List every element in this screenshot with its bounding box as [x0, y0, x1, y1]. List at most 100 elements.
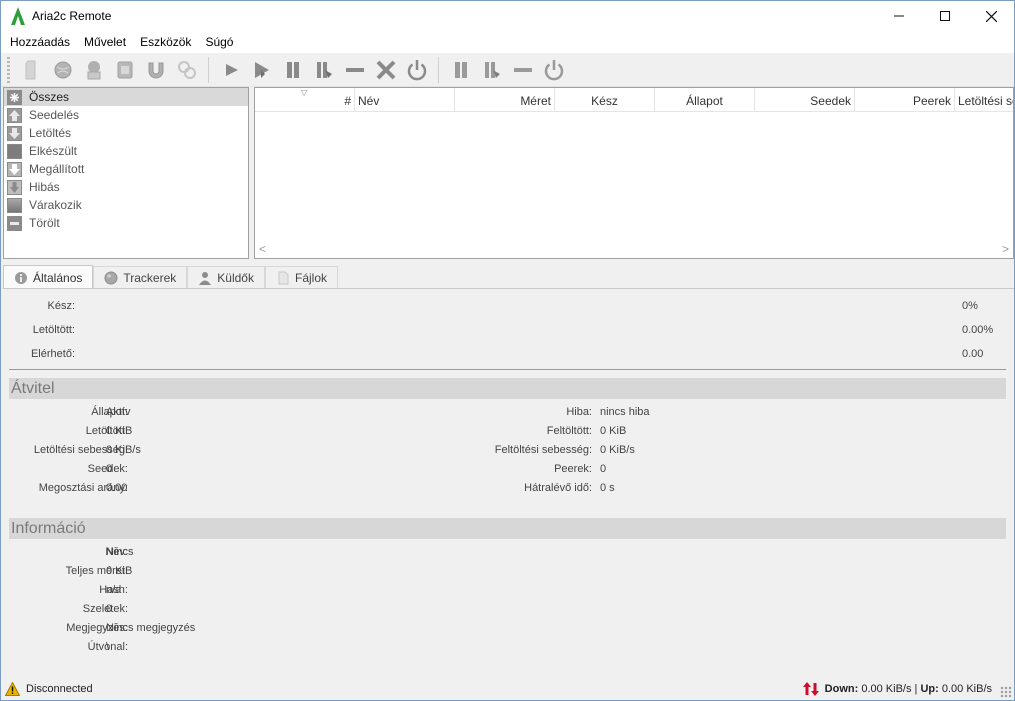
column-header-size[interactable]: Méret [455, 88, 555, 112]
play-all-icon [254, 61, 269, 78]
info-path-value: \ [106, 641, 110, 653]
filter-all[interactable]: Összes [4, 88, 248, 106]
maximize-button[interactable] [922, 1, 968, 31]
connection-status: Disconnected [26, 683, 93, 695]
column-header-name[interactable]: Név [355, 88, 455, 112]
warning-icon [5, 682, 20, 696]
available-value: 0.00 [962, 348, 984, 360]
completed-icon [7, 143, 22, 159]
pause-all-button[interactable] [445, 55, 476, 85]
close-button[interactable] [968, 1, 1014, 31]
filter-completed[interactable]: Elkészült [4, 142, 248, 160]
file-icon [278, 271, 289, 285]
uploaded-label: Feltöltött: [546, 425, 592, 437]
chain-link-icon [177, 60, 196, 79]
up-speed-label: Up: [920, 683, 939, 695]
tab-files[interactable]: Fájlok [264, 266, 338, 289]
sort-indicator-icon: ▽ [301, 88, 308, 97]
filter-waiting[interactable]: Várakozik [4, 196, 248, 214]
waiting-icon [7, 197, 22, 213]
minimize-button[interactable] [876, 1, 922, 31]
window-title: Aria2c Remote [32, 9, 112, 23]
download-table: ▽ # Név Méret Kész Állapot Seedek Peerek… [254, 87, 1014, 259]
close-icon [985, 10, 997, 22]
column-header-download-speed[interactable]: Letöltési se [955, 88, 1013, 112]
peers-label: Peerek: [554, 463, 592, 475]
error-icon [7, 179, 22, 195]
metalink-icon [117, 61, 132, 78]
upload-speed-label: Feltöltési sebesség: [494, 444, 592, 456]
add-metalink-button[interactable] [109, 55, 140, 85]
shutdown-server-button[interactable] [538, 55, 569, 85]
globe-icon [104, 271, 118, 285]
share-ratio-value: 0.00 [106, 482, 128, 494]
filter-downloading[interactable]: Letöltés [4, 124, 248, 142]
magnet-icon [148, 62, 163, 78]
shutdown-button[interactable] [401, 55, 432, 85]
add-file-button[interactable] [16, 55, 47, 85]
start-button[interactable] [215, 55, 246, 85]
tab-peers[interactable]: Küldők [187, 266, 265, 289]
down-speed-label: Down: [824, 683, 859, 695]
menu-bar: Hozzáadás Művelet Eszközök Súgó [1, 31, 1014, 53]
column-header-seeds[interactable]: Seedek [755, 88, 855, 112]
status-filter-list: Összes Seedelés Letöltés Elkészült Megál… [3, 87, 249, 259]
power-server-icon [544, 59, 563, 80]
error-label: Hiba: [566, 406, 592, 418]
user-icon [199, 272, 212, 285]
speed-arrows-icon [802, 682, 819, 696]
globe-icon [54, 61, 71, 78]
upload-arrow-icon [7, 107, 22, 123]
maximize-icon [940, 11, 950, 21]
add-torrent-button[interactable] [78, 55, 109, 85]
table-header: ▽ # Név Méret Kész Állapot Seedek Peerek… [255, 88, 1013, 112]
force-pause-button[interactable] [308, 55, 339, 85]
removed-icon [7, 215, 22, 231]
aria2-logo-icon [11, 7, 25, 25]
upload-speed-value: 0 KiB/s [600, 444, 635, 456]
menu-add[interactable]: Hozzáadás [3, 31, 77, 53]
add-url-button[interactable] [47, 55, 78, 85]
pause-icon [286, 61, 299, 78]
start-all-button[interactable] [246, 55, 277, 85]
remove-button[interactable] [339, 55, 370, 85]
downloaded-percent-label: Letöltött: [32, 324, 75, 336]
down-speed-value: 0.00 KiB/s [861, 683, 912, 695]
info-icon [15, 271, 27, 284]
filter-seeding[interactable]: Seedelés [4, 106, 248, 124]
filter-removed[interactable]: Törölt [4, 214, 248, 232]
scroll-right-icon[interactable]: > [1002, 242, 1009, 256]
tab-general[interactable]: Általános [3, 265, 94, 289]
tab-trackers[interactable]: Trackerek [93, 266, 188, 289]
add-file-icon [25, 60, 35, 79]
menu-help[interactable]: Súgó [198, 31, 240, 53]
column-header-progress[interactable]: Kész [555, 88, 655, 112]
resize-grip[interactable] [1000, 686, 1012, 698]
tab-divider [3, 288, 1014, 289]
force-pause-all-icon [484, 61, 500, 78]
column-header-status[interactable]: Állapot [655, 88, 755, 112]
remaining-time-label: Hátralévő idő: [524, 482, 592, 494]
toolbar-grip[interactable] [7, 56, 10, 83]
download-arrow-icon [7, 125, 22, 141]
info-pieces-value: 0 [106, 603, 113, 615]
filter-stopped[interactable]: Megállított [4, 160, 248, 178]
force-pause-all-button[interactable] [476, 55, 507, 85]
scroll-left-icon[interactable]: < [259, 242, 266, 256]
title-bar: Aria2c Remote [1, 1, 1014, 31]
force-remove-button[interactable] [370, 55, 401, 85]
available-label: Elérhető: [30, 348, 75, 360]
pause-button[interactable] [277, 55, 308, 85]
toolbar-separator [208, 56, 209, 83]
filter-error[interactable]: Hibás [4, 178, 248, 196]
menu-tools[interactable]: Eszközök [133, 31, 198, 53]
info-total-size-value: 0 KiB [106, 565, 133, 577]
menu-action[interactable]: Művelet [77, 31, 133, 53]
column-header-peers[interactable]: Peerek [855, 88, 955, 112]
status-bar: Disconnected Down: 0.00 KiB/s | Up: 0.00… [1, 680, 1014, 700]
link-button[interactable] [171, 55, 202, 85]
remove-all-button[interactable] [507, 55, 538, 85]
add-magnet-button[interactable] [140, 55, 171, 85]
horizontal-scrollbar[interactable]: < > [255, 241, 1013, 258]
info-name-value: Nincs [106, 546, 134, 558]
